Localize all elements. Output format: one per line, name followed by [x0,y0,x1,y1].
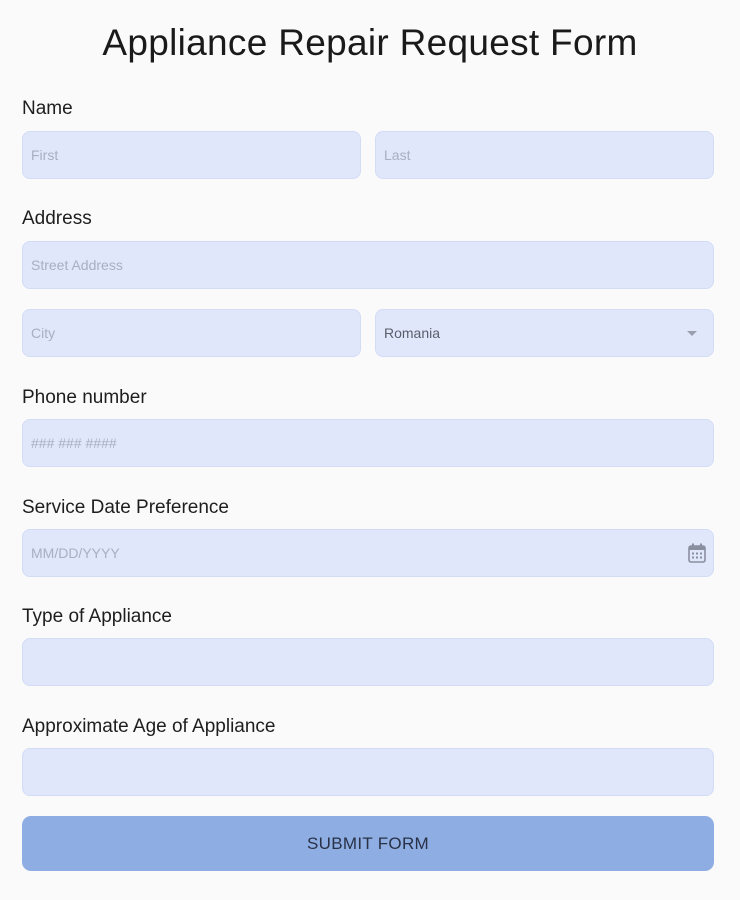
phone-field[interactable] [22,419,714,467]
chevron-down-icon [687,331,697,336]
country-select-value: Romania [384,325,441,341]
service-date-label: Service Date Preference [22,497,229,518]
last-name-field[interactable] [375,131,714,179]
service-date-field[interactable] [22,529,714,577]
calendar-icon[interactable] [688,543,706,563]
service-date-wrapper [22,529,714,577]
first-name-field[interactable] [22,131,361,179]
appliance-type-field[interactable] [22,638,714,686]
form-title: Appliance Repair Request Form [102,22,638,63]
appliance-type-label: Type of Appliance [22,606,172,627]
appliance-age-field[interactable] [22,748,714,796]
city-field[interactable] [22,309,361,357]
street-address-field[interactable] [22,241,714,289]
name-label: Name [22,98,73,119]
phone-label: Phone number [22,387,147,408]
country-select[interactable]: Romania [375,309,714,357]
address-label: Address [22,208,92,229]
submit-form-button[interactable]: SUBMIT FORM [22,816,714,871]
appliance-age-label: Approximate Age of Appliance [22,716,276,737]
